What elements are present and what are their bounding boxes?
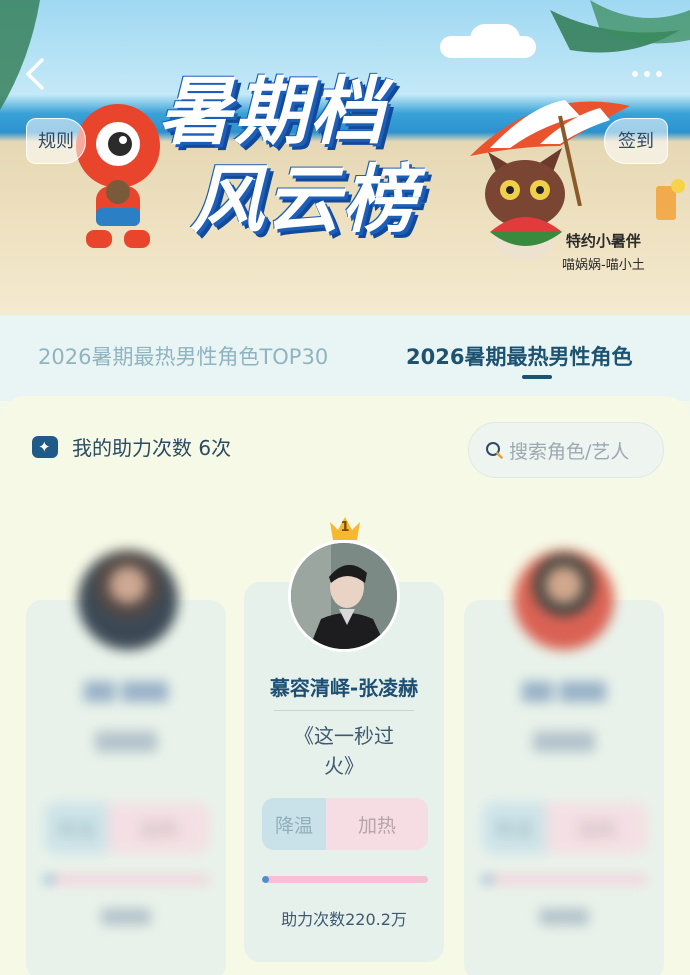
work-title: ▇▇▇▇ xyxy=(95,728,157,752)
sponsor-label: 特约小暑伴 喵娲娲-喵小土 xyxy=(562,230,645,273)
heat-progress-fill xyxy=(44,876,54,883)
rank-number: 1 xyxy=(340,520,350,535)
rank-card-1[interactable]: 1 慕容清峄-张凌赫 《这一秒过 火》 降温 加热 助力次数220.2万 xyxy=(244,517,444,962)
tab-hot-male[interactable]: 2026暑期最热男性角色 xyxy=(406,341,632,371)
drink-icon xyxy=(656,179,685,220)
avatar xyxy=(78,550,178,650)
sponsor-name: 喵娲娲-喵小土 xyxy=(562,258,645,273)
boost-icon xyxy=(32,435,58,458)
boost-total: ▇▇▇▇ xyxy=(101,906,151,925)
heat-button[interactable]: 加热 xyxy=(108,802,210,854)
rank-card-3[interactable]: ▇▇ ▇▇▇ ▇▇▇▇ 降温 加热 ▇▇▇▇ xyxy=(464,550,664,975)
banner-title-line2: 风云榜 xyxy=(190,157,418,243)
rules-button[interactable]: 规则 xyxy=(26,118,86,164)
vote-buttons: 降温 加热 xyxy=(482,802,648,854)
search-input[interactable]: 搜索角色/艺人 xyxy=(468,422,664,478)
cool-button[interactable]: 降温 xyxy=(44,802,108,854)
rank-card-2[interactable]: ▇▇ ▇▇▇ ▇▇▇▇ 降温 加热 ▇▇▇▇ xyxy=(26,550,226,975)
vote-buttons: 降温 加热 xyxy=(44,802,210,854)
boost-count-text: 我的助力次数 6次 xyxy=(72,436,232,460)
search-icon xyxy=(486,442,503,459)
search-placeholder: 搜索角色/艺人 xyxy=(509,440,630,463)
character-name: 慕容清峄-张凌赫 xyxy=(269,676,419,700)
vote-buttons: 降温 加热 xyxy=(262,798,428,850)
work-title: ▇▇▇▇ xyxy=(533,728,595,752)
portrait-icon xyxy=(291,543,397,649)
character-name: ▇▇ ▇▇▇ xyxy=(522,678,606,702)
avatar xyxy=(288,540,400,652)
heat-progress-bar xyxy=(482,876,648,883)
banner-title: 暑期档 风云榜 xyxy=(150,52,490,252)
heat-progress-bar xyxy=(262,876,428,883)
sponsor-title: 特约小暑伴 xyxy=(565,232,641,250)
active-tab-indicator xyxy=(522,375,552,379)
heat-progress-fill xyxy=(262,876,269,883)
heat-button[interactable]: 加热 xyxy=(326,798,428,850)
heat-progress-fill xyxy=(482,876,492,883)
boost-count: 我的助力次数 6次 xyxy=(32,432,231,461)
summer-banner: 暑期档 风云榜 规则 签到 特约小暑伴 喵娲娲-喵小土 xyxy=(0,0,690,315)
tab-top30[interactable]: 2026暑期最热男性角色TOP30 xyxy=(38,341,328,371)
cloud-decoration xyxy=(470,24,520,54)
character-name: ▇▇ ▇▇▇ xyxy=(84,678,168,702)
work-title-line2: 火》 xyxy=(324,754,364,778)
cool-button[interactable]: 降温 xyxy=(482,802,546,854)
divider xyxy=(274,710,414,711)
more-options-icon[interactable] xyxy=(624,64,670,84)
heat-button[interactable]: 加热 xyxy=(546,802,648,854)
heat-progress-bar xyxy=(44,876,210,883)
boost-total: ▇▇▇▇ xyxy=(539,906,589,925)
category-tabs: 2026暑期最热男性角色TOP30 2026暑期最热男性角色 xyxy=(0,315,690,401)
work-title-line1: 《这一秒过 xyxy=(294,724,394,748)
cool-button[interactable]: 降温 xyxy=(262,798,326,850)
checkin-button[interactable]: 签到 xyxy=(604,118,668,164)
boost-total: 助力次数220.2万 xyxy=(281,910,407,929)
avatar xyxy=(514,550,614,650)
back-arrow-icon[interactable] xyxy=(18,54,54,94)
ranking-panel: 我的助力次数 6次 搜索角色/艺人 ▇▇ ▇▇▇ ▇▇▇▇ 降温 加热 ▇▇▇▇… xyxy=(0,396,690,975)
